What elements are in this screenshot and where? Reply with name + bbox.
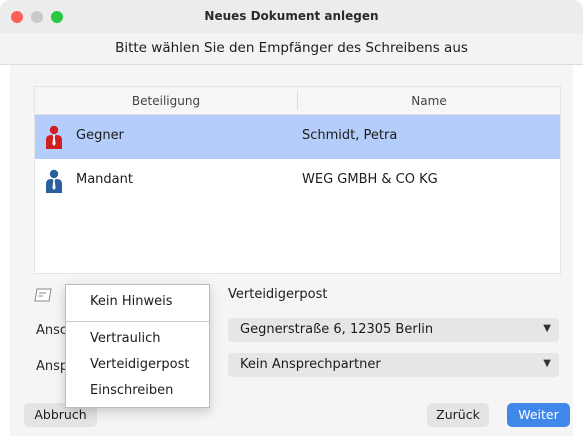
row-name: WEG GMBH & CO KG bbox=[302, 172, 438, 187]
dialog-prompt: Bitte wählen Sie den Empfänger des Schre… bbox=[115, 40, 468, 56]
next-button[interactable]: Weiter bbox=[507, 403, 570, 427]
back-button[interactable]: Zurück bbox=[427, 403, 489, 427]
recipient-table: Beteiligung Name Gegner Schmidt, Petra M… bbox=[34, 86, 561, 274]
contact-select-value: Kein Ansprechpartner bbox=[240, 357, 381, 372]
dialog-window: Neues Dokument anlegen Bitte wählen Sie … bbox=[0, 0, 583, 436]
menu-item-no-hint[interactable]: Kein Hinweis bbox=[90, 294, 173, 309]
person-blue-icon bbox=[46, 169, 62, 193]
window-title: Neues Dokument anlegen bbox=[204, 9, 379, 23]
menu-separator bbox=[66, 321, 209, 322]
row-role: Mandant bbox=[76, 172, 133, 187]
contact-label: Ansp bbox=[36, 359, 69, 374]
row-name: Schmidt, Petra bbox=[302, 128, 398, 143]
dropdown-arrow-icon: ▼ bbox=[543, 358, 551, 369]
column-header-role[interactable]: Beteiligung bbox=[35, 94, 297, 108]
hint-popup-menu: Kein Hinweis Vertraulich Verteidigerpost… bbox=[65, 284, 210, 408]
dialog-header: Bitte wählen Sie den Empfänger des Schre… bbox=[0, 33, 583, 65]
title-bar: Neues Dokument anlegen bbox=[0, 0, 583, 34]
hint-value: Verteidigerpost bbox=[228, 287, 328, 302]
table-header: Beteiligung Name bbox=[35, 87, 560, 115]
menu-item-defense-mail[interactable]: Verteidigerpost bbox=[90, 357, 189, 372]
menu-item-confidential[interactable]: Vertraulich bbox=[90, 331, 160, 346]
row-role: Gegner bbox=[76, 128, 124, 143]
address-select[interactable]: Gegnerstraße 6, 12305 Berlin ▼ bbox=[228, 318, 559, 342]
address-label: Ansc bbox=[36, 323, 68, 338]
table-row[interactable]: Mandant WEG GMBH & CO KG bbox=[35, 159, 560, 203]
menu-item-registered-mail[interactable]: Einschreiben bbox=[90, 383, 173, 398]
address-select-value: Gegnerstraße 6, 12305 Berlin bbox=[240, 322, 434, 337]
envelope-note-icon[interactable] bbox=[34, 288, 52, 302]
column-header-name[interactable]: Name bbox=[298, 94, 560, 108]
contact-select[interactable]: Kein Ansprechpartner ▼ bbox=[228, 353, 559, 377]
dropdown-arrow-icon: ▼ bbox=[543, 323, 551, 334]
table-row[interactable]: Gegner Schmidt, Petra bbox=[35, 115, 560, 159]
person-red-icon bbox=[46, 125, 62, 149]
